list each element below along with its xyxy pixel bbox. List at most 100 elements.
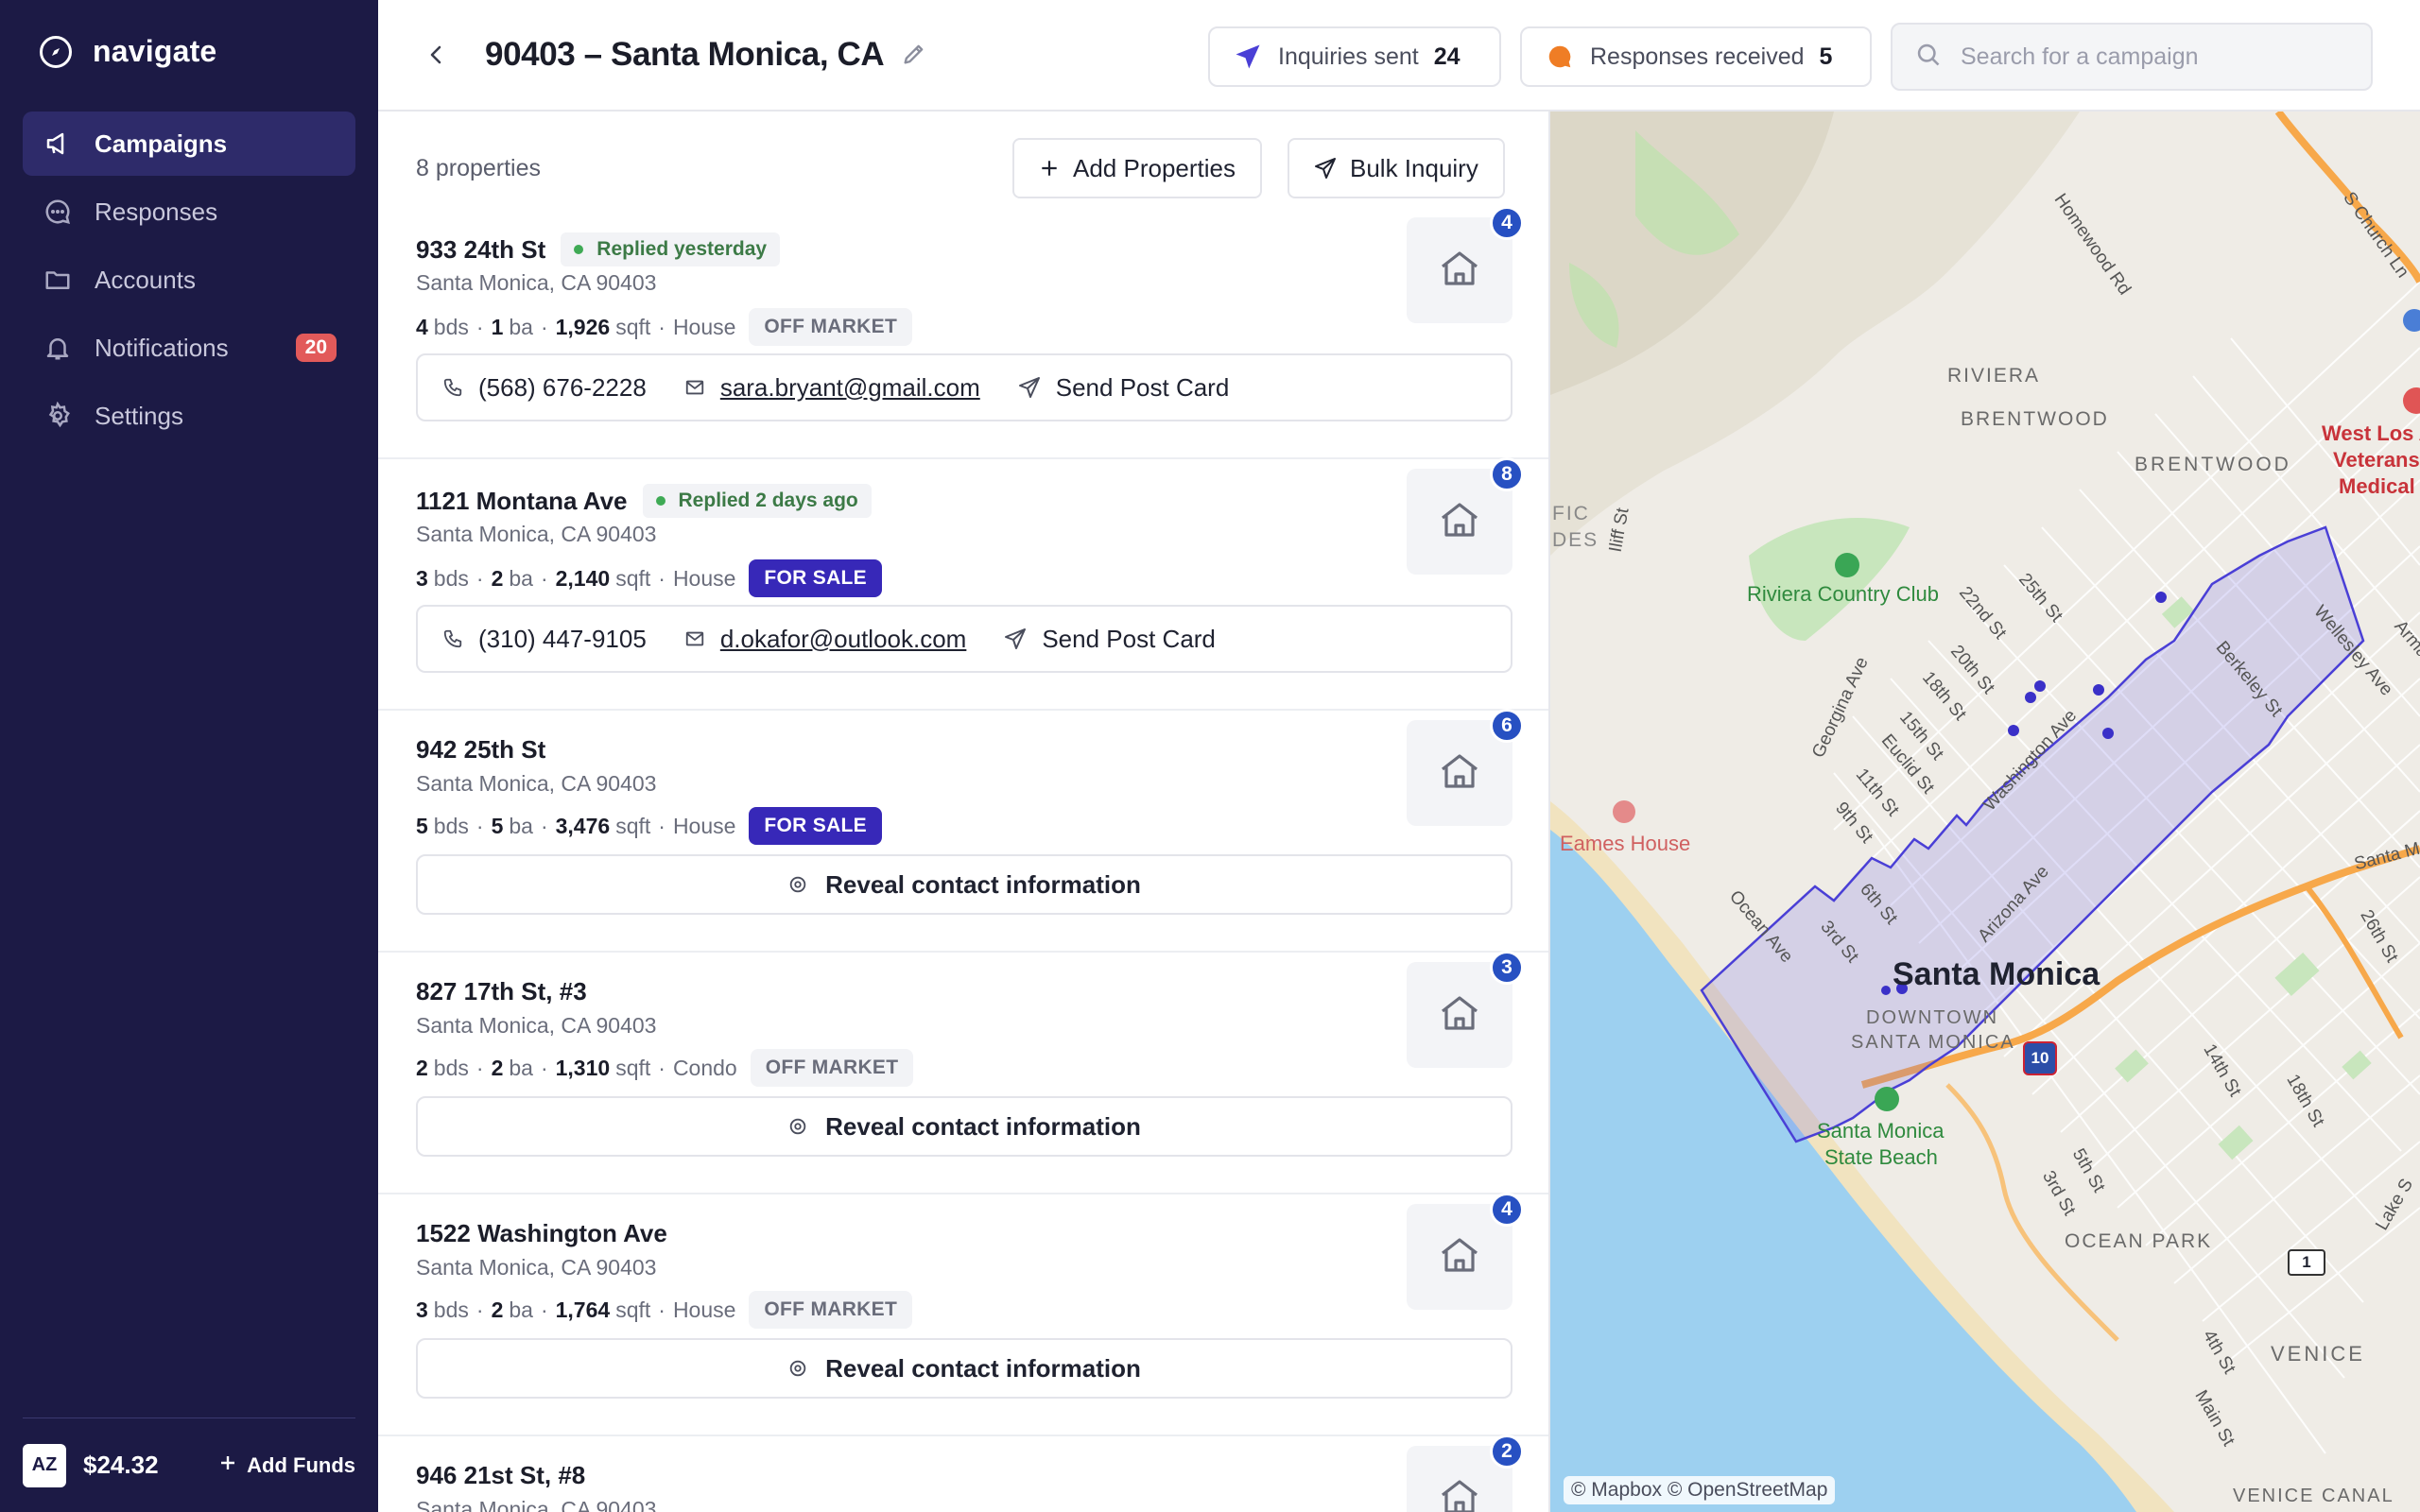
phone-link[interactable]: (310) 447-9105 [442, 625, 647, 654]
reveal-contact-button[interactable]: Reveal contact information [416, 1338, 1512, 1399]
app-logo[interactable]: navigate [40, 34, 216, 69]
beds-value: 5 [416, 813, 428, 838]
property-address[interactable]: 827 17th St, #3 [416, 977, 587, 1006]
property-address[interactable]: 942 25th St [416, 735, 545, 765]
email-address: sara.bryant@gmail.com [719, 372, 980, 402]
add-properties-button[interactable]: Add Properties [1012, 138, 1262, 198]
map-canvas[interactable] [1550, 112, 2420, 1512]
inquiry-count-badge: 4 [1490, 1193, 1524, 1227]
property-city: Santa Monica, CA 90403 [416, 1497, 657, 1512]
reveal-contact-label: Reveal contact information [825, 869, 1141, 899]
riviera-country-club-park [1749, 518, 1910, 641]
bulk-inquiry-button[interactable]: Bulk Inquiry [1288, 138, 1505, 198]
target-icon [787, 1358, 808, 1379]
map-attribution[interactable]: © Mapbox © OpenStreetMap [1564, 1476, 1836, 1504]
house-icon [1437, 1474, 1482, 1512]
sqft-value: 1,764 [555, 1297, 611, 1322]
responses-received-stat[interactable]: Responses received 5 [1520, 26, 1872, 87]
email-address: d.okafor@outlook.com [719, 624, 967, 653]
status-badge: FOR SALE [749, 559, 882, 597]
house-icon [1437, 246, 1482, 296]
inquiries-sent-stat[interactable]: Inquiries sent 24 [1208, 26, 1501, 87]
paper-plane-icon [1233, 42, 1263, 72]
map-label-medical: Medical [2339, 474, 2415, 498]
send-postcard-button[interactable]: Send Post Card [1018, 373, 1229, 403]
sqft-unit: sqft [615, 1055, 651, 1080]
map-view[interactable]: 10 1 RIVIERA BRENTWOOD BRENTWOOD Riviera… [1550, 112, 2420, 1512]
email-link[interactable]: d.okafor@outlook.com [684, 624, 967, 654]
map-label-eames-house: Eames House [1560, 832, 1691, 855]
beach-pin-icon [1875, 1087, 1899, 1111]
list-toolbar: 8 properties Add Properties Bulk Inquiry [416, 138, 1512, 198]
property-count: 8 properties [416, 155, 542, 181]
baths-unit: ba [509, 1055, 533, 1080]
sqft-unit: sqft [615, 813, 651, 838]
property-marker [2025, 692, 2036, 703]
back-button[interactable] [420, 40, 454, 74]
property-thumbnail[interactable]: 8 [1407, 457, 1524, 575]
map-label-riviera-country-club: Riviera Country Club [1747, 582, 1939, 606]
pencil-icon [901, 41, 927, 72]
property-type: House [672, 565, 736, 591]
property-address[interactable]: 1522 Washington Ave [416, 1219, 667, 1248]
sidebar-item-notifications[interactable]: Notifications 20 [23, 316, 355, 380]
replied-label: Replied 2 days ago [678, 490, 858, 511]
email-link[interactable]: sara.bryant@gmail.com [684, 373, 980, 403]
search-input[interactable] [1961, 43, 2358, 71]
inquiry-count-badge: 3 [1490, 951, 1524, 985]
hospital-pin-icon [2403, 387, 2420, 414]
map-label-brentwood: BRENTWOOD [1961, 408, 2109, 430]
edit-title-button[interactable] [898, 40, 930, 72]
property-address[interactable]: 933 24th St [416, 235, 545, 265]
map-label-venice: VENICE [2271, 1342, 2365, 1366]
map-label-santa-monica: Santa Monica [1893, 956, 2100, 992]
poi-pin-icon [2403, 309, 2420, 332]
status-badge: OFF MARKET [749, 308, 913, 346]
target-icon [787, 874, 808, 895]
park-area [2218, 1125, 2254, 1160]
baths-unit: ba [509, 813, 533, 838]
baths-unit: ba [509, 314, 533, 339]
phone-icon [442, 628, 463, 649]
sqft-value: 1,310 [555, 1055, 611, 1080]
property-thumbnail[interactable]: 3 [1407, 951, 1524, 1068]
property-thumbnail[interactable]: 6 [1407, 709, 1524, 826]
reveal-contact-button[interactable]: Reveal contact information [416, 1096, 1512, 1157]
map-label-downtown-2: SANTA MONICA [1851, 1032, 2015, 1053]
house-icon [1437, 497, 1482, 547]
reveal-contact-button[interactable]: Reveal contact information [416, 854, 1512, 915]
compass-icon [40, 35, 72, 68]
sidebar-item-settings[interactable]: Settings [23, 384, 355, 448]
inquiries-sent-value: 24 [1433, 43, 1461, 70]
property-address[interactable]: 1121 Montana Ave [416, 487, 628, 516]
page-title: 90403 – Santa Monica, CA [485, 36, 885, 73]
property-thumbnail[interactable]: 4 [1407, 206, 1524, 323]
sidebar-nav: Campaigns Responses Accounts Notificatio… [23, 112, 355, 452]
highway-1 [1945, 1083, 2119, 1342]
replied-badge: Replied 2 days ago [642, 484, 872, 518]
divider [378, 951, 1548, 953]
property-thumbnail[interactable]: 4 [1407, 1193, 1524, 1310]
property-address[interactable]: 946 21st St, #8 [416, 1461, 585, 1490]
map-label-beach: Santa Monica [1817, 1119, 1945, 1143]
avatar[interactable]: AZ [23, 1443, 66, 1487]
property-thumbnail[interactable]: 2 [1407, 1435, 1524, 1512]
sidebar-item-responses[interactable]: Responses [23, 180, 355, 244]
sqft-value: 1,926 [555, 314, 611, 339]
beds-value: 4 [416, 314, 428, 339]
baths-value: 2 [491, 565, 504, 591]
send-postcard-button[interactable]: Send Post Card [1004, 625, 1216, 654]
add-funds-button[interactable]: Add Funds [218, 1453, 355, 1478]
paper-plane-icon [1018, 376, 1041, 399]
map-label-venice-canal: VENICE CANAL [2233, 1486, 2394, 1506]
sidebar-item-accounts[interactable]: Accounts [23, 248, 355, 312]
sidebar: navigate Campaigns Responses Accounts No… [0, 0, 378, 1512]
status-badge: FOR SALE [749, 807, 882, 845]
campaign-search[interactable] [1891, 23, 2373, 91]
property-city: Santa Monica, CA 90403 [416, 771, 657, 796]
sidebar-item-campaigns[interactable]: Campaigns [23, 112, 355, 176]
property-list-panel: 8 properties Add Properties Bulk Inquiry… [378, 112, 1550, 1512]
baths-value: 2 [491, 1055, 504, 1080]
phone-link[interactable]: (568) 676-2228 [442, 373, 647, 403]
divider [378, 709, 1548, 711]
